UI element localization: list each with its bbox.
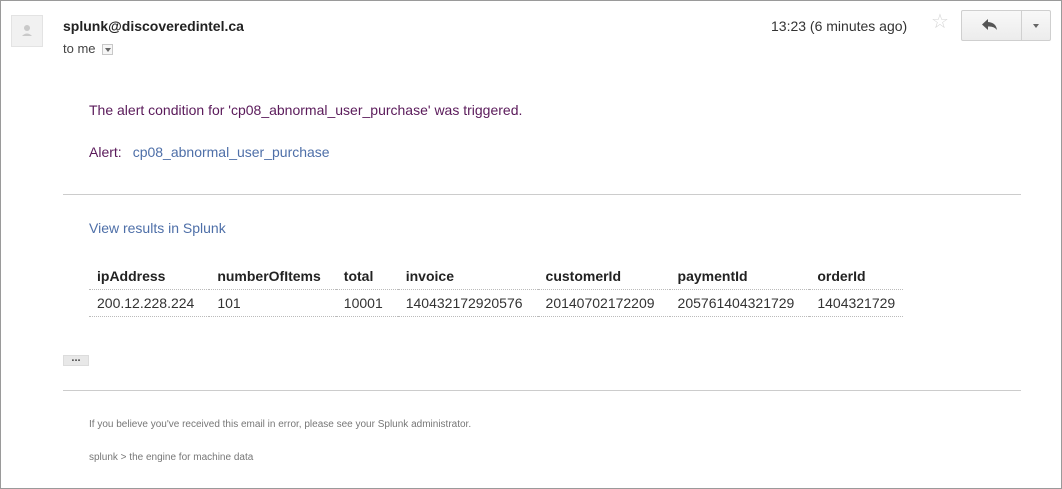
table-cell: 1404321729 bbox=[809, 289, 904, 317]
column-header: paymentId bbox=[669, 263, 810, 290]
divider bbox=[63, 390, 1021, 391]
reply-button[interactable] bbox=[962, 11, 1022, 40]
table-cell: 10001 bbox=[335, 289, 398, 317]
table-header-row: ipAddress numberOfItems total invoice cu… bbox=[89, 263, 904, 290]
email-message: splunk@discoveredintel.ca to me 13:23 (6… bbox=[0, 0, 1062, 489]
table-cell: 20140702172209 bbox=[537, 289, 670, 317]
reply-button-group bbox=[961, 10, 1051, 41]
footer-tagline: splunk > the engine for machine data bbox=[89, 452, 254, 463]
timestamp: 13:23 (6 minutes ago) bbox=[771, 18, 908, 34]
person-icon bbox=[22, 25, 32, 36]
table-cell: 205761404321729 bbox=[669, 289, 810, 317]
column-header: ipAddress bbox=[89, 263, 210, 290]
footer-note: If you believe you've received this emai… bbox=[89, 419, 472, 430]
column-header: orderId bbox=[809, 263, 904, 290]
column-header: total bbox=[335, 263, 398, 290]
recipient-label: to me bbox=[63, 41, 96, 56]
show-details-dropdown[interactable] bbox=[101, 44, 113, 55]
divider bbox=[63, 194, 1021, 195]
alert-message: The alert condition for 'cp08_abnormal_u… bbox=[89, 102, 523, 118]
alert-label: Alert: bbox=[89, 144, 122, 160]
column-header: numberOfItems bbox=[209, 263, 336, 290]
recipient-line: to me bbox=[63, 41, 113, 56]
avatar[interactable] bbox=[11, 15, 43, 47]
column-header: invoice bbox=[397, 263, 538, 290]
view-results-link[interactable]: View results in Splunk bbox=[89, 220, 226, 236]
reply-icon bbox=[982, 19, 997, 30]
more-options-button[interactable] bbox=[1022, 11, 1050, 40]
alert-name-link[interactable]: cp08_abnormal_user_purchase bbox=[133, 144, 330, 160]
column-header: customerId bbox=[537, 263, 670, 290]
table-row: 200.12.228.224 101 10001 140432172920576… bbox=[89, 289, 904, 317]
star-icon[interactable]: ☆ bbox=[931, 12, 949, 32]
table-cell: 140432172920576 bbox=[397, 289, 538, 317]
results-table: ipAddress numberOfItems total invoice cu… bbox=[89, 263, 904, 317]
alert-line: Alert: cp08_abnormal_user_purchase bbox=[89, 144, 330, 160]
show-trimmed-content-button[interactable]: ... bbox=[63, 353, 89, 366]
table-cell: 200.12.228.224 bbox=[89, 289, 210, 317]
table-cell: 101 bbox=[209, 289, 336, 317]
sender-address[interactable]: splunk@discoveredintel.ca bbox=[63, 18, 244, 34]
